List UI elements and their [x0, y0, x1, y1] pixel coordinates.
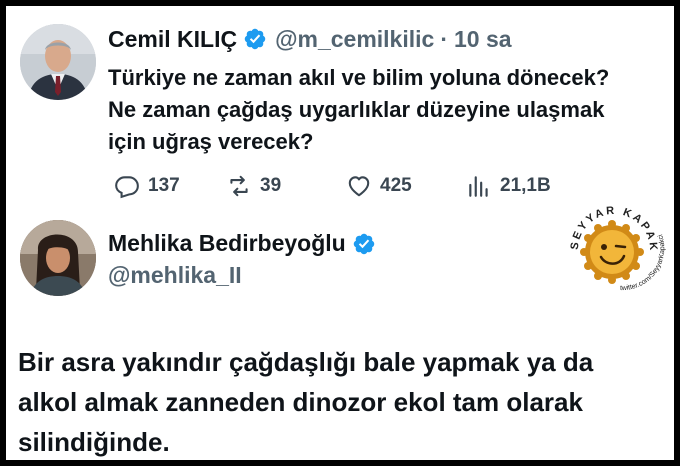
seyyar-kapakci-watermark: SEYYAR KAPAKCI twitter.com/SeyyarKapakci — [553, 177, 670, 298]
author-name[interactable]: Mehlika Bedirbeyoğlu — [108, 230, 346, 257]
tweet1-action-bar: 137 39 425 21,1B — [114, 170, 594, 202]
reply-count: 137 — [148, 175, 180, 196]
retweet-count: 39 — [260, 175, 282, 196]
reply-icon — [115, 176, 139, 199]
view-count: 21,1B — [500, 175, 551, 196]
like-count: 425 — [380, 175, 412, 196]
tweet2-text: Bir asra yakındır çağdaşlığı bale yapmak… — [18, 347, 594, 457]
tweet2-header: Mehlika Bedirbeyoğlu — [108, 230, 384, 257]
tweet-timestamp[interactable]: 10 sa — [454, 26, 512, 53]
reply-button[interactable]: 137 — [114, 170, 180, 202]
author-name[interactable]: Cemil KILIÇ — [108, 26, 237, 53]
bottle-cap-logo-icon: SEYYAR KAPAKCI twitter.com/SeyyarKapakci — [553, 177, 666, 292]
avatar-cemil-kilic[interactable] — [20, 24, 96, 100]
verified-icon — [244, 28, 266, 50]
avatar-mehlika-bedirbeyoglu[interactable] — [20, 220, 96, 296]
meta-separator: · — [440, 25, 448, 52]
retweet-icon — [230, 175, 248, 197]
like-icon — [348, 176, 370, 197]
author-handle[interactable]: @mehlika_II — [108, 262, 242, 289]
screenshot-card: Cemil KILIÇ @m_cemilkilic · 10 sa Türkiy… — [6, 6, 674, 460]
tweet1-header: Cemil KILIÇ @m_cemilkilic · 10 sa — [108, 22, 512, 56]
verified-icon — [353, 233, 374, 254]
quoted-tweet: Cemil KILIÇ @m_cemilkilic · 10 sa Türkiy… — [6, 6, 674, 206]
tweet1-text: Türkiye ne zaman akıl ve bilim yoluna dö… — [108, 65, 610, 154]
views-icon — [469, 176, 488, 197]
author-handle[interactable]: @m_cemilkilic — [275, 26, 434, 53]
avatar-portrait-icon — [20, 24, 96, 100]
views-button[interactable]: 21,1B — [466, 170, 551, 202]
retweet-button[interactable]: 39 — [226, 170, 281, 202]
like-button[interactable]: 425 — [346, 170, 412, 202]
avatar-portrait-icon — [20, 220, 96, 296]
